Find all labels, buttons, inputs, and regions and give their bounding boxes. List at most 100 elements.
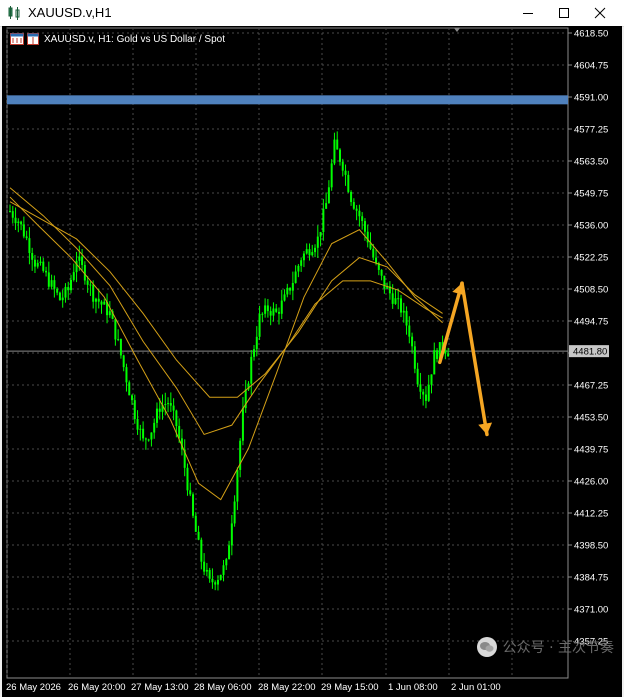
candle-body <box>300 260 303 266</box>
candle-body <box>399 298 402 313</box>
candle-body <box>302 253 305 261</box>
price-tick-label: 4453.50 <box>574 413 608 424</box>
candle-body <box>361 216 364 222</box>
candle-body <box>352 202 355 209</box>
candle-body <box>45 270 48 273</box>
candle-body <box>419 384 422 392</box>
candlestick-chart-svg[interactable]: 4618.50 4604.75 4591.00 4577.25 4563.50 4549.… <box>2 26 622 697</box>
candle-body <box>150 432 153 440</box>
watermark-text: 公众号 · 主次节奏 <box>502 640 614 656</box>
time-tick-label: 2 Jun 01:00 <box>451 682 501 693</box>
candle-body <box>119 339 122 356</box>
candle-body <box>9 211 11 213</box>
price-tick-label: 4591.00 <box>574 93 608 104</box>
candle-body <box>81 256 84 265</box>
candle-body <box>155 408 158 423</box>
candle-body <box>122 355 125 368</box>
candle-body <box>75 260 78 273</box>
candle-body <box>316 236 319 248</box>
candle-body <box>61 297 64 301</box>
candle-body <box>402 310 405 313</box>
candle-body <box>294 271 297 283</box>
candle-body <box>447 353 450 357</box>
candle-body <box>50 280 53 287</box>
time-tick-label: 26 May 20:00 <box>68 682 126 693</box>
wechat-logo-icon <box>476 636 498 658</box>
candle-body <box>375 257 378 263</box>
candle-body <box>433 350 436 375</box>
candle-body <box>144 438 147 440</box>
candle-body <box>208 569 211 579</box>
candle-body <box>436 350 439 359</box>
chart-header: XAUUSD.v, H1: Gold vs US Dollar / Spot <box>10 32 225 46</box>
candle-body <box>333 139 336 164</box>
price-tick-label: 4426.00 <box>574 477 608 488</box>
candle-body <box>261 313 264 315</box>
candle-body <box>164 404 167 406</box>
candle-body <box>241 408 244 441</box>
price-tick-label: 4412.25 <box>574 509 608 520</box>
candle-body <box>39 261 42 263</box>
candle-body <box>186 467 189 491</box>
candle-body <box>283 294 286 301</box>
annotation-arrow-shaft <box>460 281 489 437</box>
candle-body <box>416 368 419 385</box>
current-price-label: 4481.80 <box>573 347 607 358</box>
candle-body <box>205 569 208 572</box>
price-tick-label: 4494.75 <box>574 317 608 328</box>
candle-body <box>58 292 61 301</box>
chart-window-icon-2 <box>27 33 41 45</box>
candle-body <box>391 293 394 304</box>
candle-body <box>275 308 278 312</box>
close-button[interactable] <box>583 0 617 26</box>
resistance-band <box>7 95 568 105</box>
candle-body <box>20 221 23 225</box>
price-tick-label: 4384.75 <box>574 573 608 584</box>
candle-body <box>89 284 92 286</box>
candle-body <box>341 161 344 171</box>
candle-body <box>103 301 106 305</box>
candle-body <box>219 574 222 580</box>
candle-body <box>86 280 89 285</box>
candle-body <box>36 262 39 267</box>
candle-body <box>216 579 219 585</box>
candle-body <box>28 238 31 254</box>
candle-body <box>430 374 433 385</box>
candle-body <box>147 439 150 441</box>
candle-body <box>192 494 195 516</box>
price-chart[interactable]: 4618.50 4604.75 4591.00 4577.25 4563.50 4549.… <box>2 26 622 697</box>
candle-body <box>78 256 81 261</box>
minimize-button[interactable] <box>511 0 545 26</box>
candle-body <box>350 191 353 203</box>
price-tick-label: 4522.25 <box>574 253 608 264</box>
chart-symbol-description: XAUUSD.v, H1: Gold vs US Dollar / Spot <box>44 33 225 45</box>
title-bar[interactable]: XAUUSD.v,H1 <box>0 0 624 27</box>
candle-body <box>228 545 231 560</box>
candle-body <box>266 305 269 312</box>
candle-body <box>33 259 36 267</box>
candle-body <box>355 208 358 211</box>
candle-body <box>117 339 120 341</box>
candle-body <box>277 311 280 314</box>
candle-body <box>325 203 328 209</box>
candle-body <box>11 211 14 218</box>
candle-body <box>211 578 214 583</box>
candle-body <box>131 395 134 401</box>
candle-body <box>405 310 408 326</box>
candle-body <box>172 405 175 411</box>
price-tick-label: 4371.00 <box>574 605 608 616</box>
window-title: XAUUSD.v,H1 <box>28 5 112 20</box>
candle-body <box>383 275 386 289</box>
candle-body <box>422 391 425 395</box>
candle-body <box>258 314 261 337</box>
candle-body <box>250 356 253 384</box>
candle-body <box>311 252 314 256</box>
candle-body <box>42 261 45 271</box>
price-tick-label: 4398.50 <box>574 541 608 552</box>
candle-body <box>413 346 416 369</box>
candle-body <box>397 298 400 300</box>
candle-body <box>139 428 142 430</box>
candle-body <box>169 403 172 406</box>
maximize-button[interactable] <box>547 0 581 26</box>
candle-body <box>128 382 131 396</box>
